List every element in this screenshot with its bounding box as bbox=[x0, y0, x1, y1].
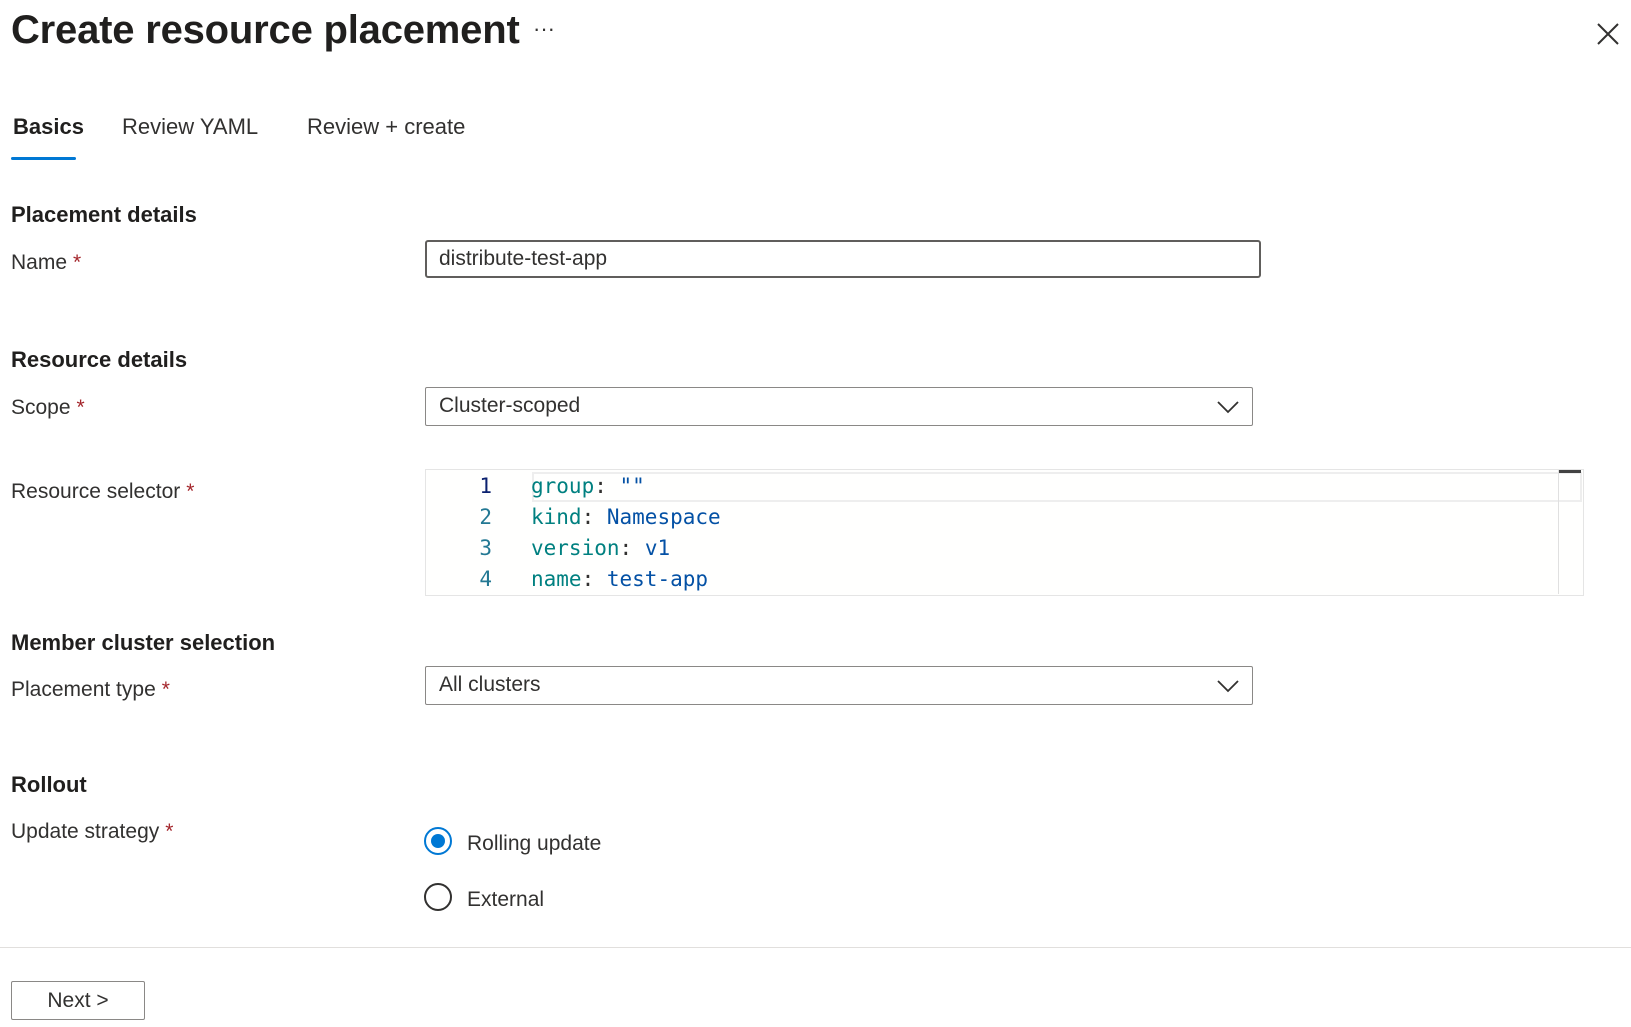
section-heading-resource-details: Resource details bbox=[11, 347, 188, 372]
section-heading-rollout: Rollout bbox=[11, 772, 87, 797]
required-mark: * bbox=[186, 480, 195, 503]
page-title: Create resource placement bbox=[11, 8, 520, 52]
yaml-separator: : bbox=[594, 474, 620, 498]
code-line[interactable]: group: "" bbox=[531, 474, 645, 498]
rolling-update-label[interactable]: Rolling update bbox=[467, 832, 601, 856]
editor-scrollbar[interactable] bbox=[1558, 470, 1583, 594]
required-mark: * bbox=[73, 251, 82, 274]
tab-review-create[interactable]: Review + create bbox=[307, 114, 465, 140]
line-number: 1 bbox=[479, 474, 492, 498]
line-number: 3 bbox=[479, 536, 492, 560]
resource-selector-label: Resource selector * bbox=[11, 480, 194, 504]
active-tab-indicator bbox=[11, 157, 76, 160]
yaml-value: test-app bbox=[606, 567, 709, 591]
name-label: Name * bbox=[11, 251, 81, 275]
scope-dropdown[interactable]: Cluster-scoped bbox=[425, 387, 1253, 426]
yaml-key: kind bbox=[531, 505, 582, 529]
required-mark: * bbox=[161, 678, 170, 701]
scope-label-text: Scope bbox=[11, 396, 71, 419]
editor-scrollbar-thumb[interactable] bbox=[1559, 470, 1581, 473]
close-icon[interactable] bbox=[1596, 22, 1620, 46]
chevron-down-icon bbox=[1217, 401, 1239, 414]
scope-selected-value: Cluster-scoped bbox=[439, 394, 581, 417]
placement-type-label-text: Placement type bbox=[11, 678, 156, 701]
line-number: 2 bbox=[479, 505, 492, 529]
external-label[interactable]: External bbox=[467, 888, 544, 912]
rolling-update-radio[interactable] bbox=[424, 827, 452, 855]
yaml-key: version bbox=[531, 536, 620, 560]
yaml-separator: : bbox=[619, 536, 645, 560]
placement-type-label: Placement type * bbox=[11, 678, 170, 702]
code-line[interactable]: name: test-app bbox=[531, 567, 708, 591]
next-button[interactable]: Next > bbox=[11, 981, 145, 1020]
yaml-key: group bbox=[531, 474, 595, 498]
line-number: 4 bbox=[479, 567, 492, 591]
required-mark: * bbox=[76, 396, 85, 419]
current-line-highlight bbox=[532, 472, 1582, 502]
code-line[interactable]: kind: Namespace bbox=[531, 505, 721, 529]
footer-divider bbox=[0, 947, 1631, 948]
update-strategy-label: Update strategy * bbox=[11, 820, 173, 844]
placement-type-selected-value: All clusters bbox=[439, 673, 541, 696]
name-label-text: Name bbox=[11, 251, 68, 274]
resource-selector-editor[interactable]: 1 group: "" 2 kind: Namespace 3 version:… bbox=[425, 469, 1584, 596]
yaml-value: "" bbox=[619, 474, 645, 498]
external-radio[interactable] bbox=[424, 883, 452, 911]
yaml-value: v1 bbox=[644, 536, 671, 560]
yaml-value: Namespace bbox=[606, 505, 721, 529]
tab-review-yaml[interactable]: Review YAML bbox=[122, 114, 258, 140]
required-mark: * bbox=[165, 820, 174, 843]
resource-selector-label-text: Resource selector bbox=[11, 480, 181, 503]
code-line[interactable]: version: v1 bbox=[531, 536, 670, 560]
section-heading-member-cluster-selection: Member cluster selection bbox=[11, 630, 276, 655]
yaml-separator: : bbox=[581, 505, 607, 529]
section-heading-placement-details: Placement details bbox=[11, 202, 197, 227]
yaml-key: name bbox=[531, 567, 582, 591]
close-button[interactable] bbox=[1596, 22, 1620, 46]
yaml-separator: : bbox=[581, 567, 607, 591]
more-options-button[interactable]: ··· bbox=[533, 16, 555, 42]
tab-basics[interactable]: Basics bbox=[13, 114, 84, 140]
name-input[interactable] bbox=[425, 240, 1261, 278]
update-strategy-label-text: Update strategy bbox=[11, 820, 160, 843]
scope-label: Scope * bbox=[11, 396, 85, 420]
placement-type-dropdown[interactable]: All clusters bbox=[425, 666, 1253, 705]
chevron-down-icon bbox=[1217, 680, 1239, 693]
